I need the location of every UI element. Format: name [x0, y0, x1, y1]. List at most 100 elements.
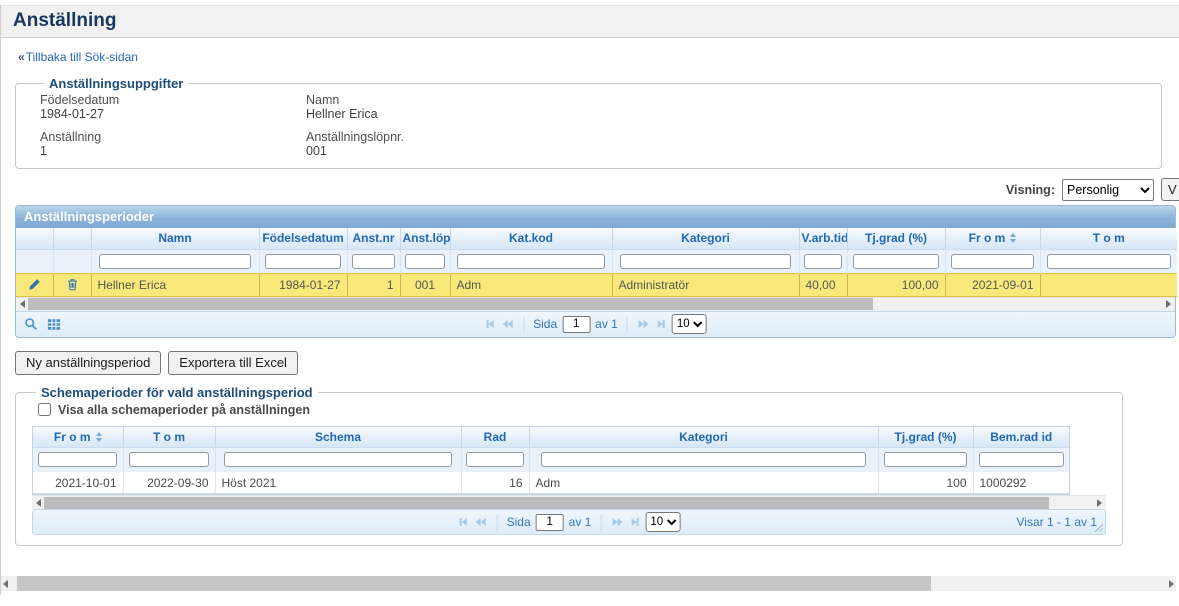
new-employment-period-button[interactable]: Ny anställningsperiod: [15, 351, 161, 375]
col-schema[interactable]: Schema: [215, 427, 461, 448]
edit-row-button[interactable]: [16, 273, 53, 296]
col-tj-grad[interactable]: Tj.grad (%): [847, 228, 945, 249]
page-size-select[interactable]: 10: [672, 314, 707, 334]
scroll-left-arrow-icon[interactable]: [36, 499, 41, 507]
view-apply-button[interactable]: V: [1161, 178, 1179, 201]
scroll-right-arrow-icon[interactable]: [1169, 580, 1174, 588]
export-excel-button[interactable]: Exportera till Excel: [168, 351, 298, 375]
prev-page-icon[interactable]: [500, 320, 514, 328]
pencil-icon: [22, 278, 47, 291]
scroll-left-arrow-icon[interactable]: [3, 580, 8, 588]
field-value: 1: [40, 144, 306, 158]
col-rad[interactable]: Rad: [461, 427, 529, 448]
col-v-arb-tid[interactable]: V.arb.tid: [799, 228, 847, 249]
delete-column-header: [53, 228, 91, 249]
view-selector-row: Visning: Personlig V: [1, 178, 1179, 201]
row-count-summary: Visar 1 - 1 av 1: [1017, 515, 1097, 529]
cell-kategori: Administratör: [612, 273, 799, 296]
prev-page-icon[interactable]: [474, 518, 488, 526]
cell-kategori: Adm: [529, 472, 878, 494]
grid-footer: Sida av 1 10 Visar 1 - 1 av 1: [32, 509, 1106, 535]
search-icon[interactable]: [24, 317, 38, 331]
cell-schema: Höst 2021: [215, 472, 461, 494]
schedule-periods-fieldset: Schemaperioder för vald anställningsperi…: [15, 385, 1123, 547]
first-page-icon[interactable]: [458, 518, 469, 526]
next-page-icon[interactable]: [637, 320, 651, 328]
filter-t-o-m-input[interactable]: [1047, 254, 1171, 269]
filter-rad-input[interactable]: [466, 452, 524, 467]
filter-fr-o-m-input[interactable]: [38, 452, 117, 467]
page-size-select[interactable]: 10: [645, 512, 680, 532]
back-to-search-link[interactable]: Tillbaka till Sök-sidan: [26, 50, 138, 64]
col-fodelsedatum[interactable]: Födelsedatum: [259, 228, 347, 249]
sort-icon[interactable]: [96, 432, 102, 442]
filter-t-o-m-input[interactable]: [129, 452, 210, 467]
filter-anst-lop-input[interactable]: [405, 254, 446, 269]
field-value: 001: [306, 144, 1151, 158]
table-row[interactable]: 2021-10-01 2022-09-30 Höst 2021 16 Adm 1…: [33, 472, 1069, 494]
filter-tj-grad-input[interactable]: [884, 452, 968, 467]
cell-namn: Hellner Erica: [91, 273, 259, 296]
col-t-o-m[interactable]: T o m: [1040, 228, 1177, 249]
cell-rad: 16: [461, 472, 529, 494]
field-label: Anställning: [40, 130, 306, 144]
cell-anst-lop: 001: [400, 273, 450, 296]
grid-horizontal-scrollbar[interactable]: [32, 495, 1106, 509]
pager: Sida av 1 10: [484, 314, 707, 334]
employee-details-fieldset: Anställningsuppgifter Födelsedatum 1984-…: [15, 76, 1162, 169]
first-page-icon[interactable]: [484, 320, 495, 328]
last-page-icon[interactable]: [629, 518, 640, 526]
scroll-right-arrow-icon[interactable]: [1166, 300, 1171, 308]
page-horizontal-scrollbar[interactable]: [1, 576, 1176, 591]
sort-icon[interactable]: [1010, 233, 1016, 243]
scrollbar-thumb[interactable]: [28, 298, 873, 310]
col-anst-lop[interactable]: Anst.löp: [400, 228, 450, 249]
col-kat-kod[interactable]: Kat.kod: [450, 228, 612, 249]
schedule-periods-legend: Schemaperioder för vald anställningsperi…: [36, 385, 318, 400]
filter-bem-rad-id-input[interactable]: [979, 452, 1064, 467]
scroll-left-arrow-icon[interactable]: [20, 300, 25, 308]
pager-separator: [627, 316, 628, 333]
table-row-selected[interactable]: Hellner Erica 1984-01-27 1 001 Adm Admin…: [16, 273, 1177, 296]
show-all-schedule-checkbox[interactable]: [38, 403, 51, 416]
trash-icon: [60, 278, 85, 291]
filter-kat-kod-input[interactable]: [457, 254, 604, 269]
cell-t-o-m: [1040, 273, 1177, 296]
table-header-row: Namn Födelsedatum Anst.nr Anst.löp Kat.k…: [16, 228, 1177, 249]
col-kategori[interactable]: Kategori: [612, 228, 799, 249]
cell-fodelsedatum: 1984-01-27: [259, 273, 347, 296]
filter-tj-grad-input[interactable]: [853, 254, 939, 269]
grid-horizontal-scrollbar[interactable]: [16, 297, 1175, 311]
col-bem-rad-id[interactable]: Bem.rad id: [973, 427, 1069, 448]
pager-page-input[interactable]: [562, 316, 590, 333]
col-tj-grad[interactable]: Tj.grad (%): [878, 427, 973, 448]
filter-fodelsedatum-input[interactable]: [265, 254, 342, 269]
filter-schema-input[interactable]: [224, 452, 451, 467]
next-page-icon[interactable]: [610, 518, 624, 526]
delete-row-button[interactable]: [53, 273, 91, 296]
pager-page-label: Sida: [507, 515, 531, 529]
scroll-right-arrow-icon[interactable]: [1097, 499, 1102, 507]
cell-t-o-m: 2022-09-30: [123, 472, 215, 494]
columns-grid-icon[interactable]: [47, 318, 61, 331]
filter-kategori-input[interactable]: [620, 254, 791, 269]
col-kategori[interactable]: Kategori: [529, 427, 878, 448]
filter-namn-input[interactable]: [99, 254, 252, 269]
col-anst-nr[interactable]: Anst.nr: [347, 228, 400, 249]
last-page-icon[interactable]: [656, 320, 667, 328]
scrollbar-thumb[interactable]: [17, 576, 931, 591]
schedule-table: Fr o m T o m Schema Rad Kategori Tj.grad…: [33, 427, 1069, 495]
field-value: 1984-01-27: [40, 107, 306, 121]
col-fr-o-m[interactable]: Fr o m: [33, 427, 123, 448]
filter-kategori-input[interactable]: [541, 452, 866, 467]
col-t-o-m[interactable]: T o m: [123, 427, 215, 448]
view-select[interactable]: Personlig: [1062, 179, 1154, 201]
pager-page-input[interactable]: [536, 514, 564, 531]
filter-v-arb-tid-input[interactable]: [804, 254, 843, 269]
scrollbar-thumb[interactable]: [44, 497, 1049, 509]
filter-anst-nr-input[interactable]: [352, 254, 396, 269]
col-namn[interactable]: Namn: [91, 228, 259, 249]
col-fr-o-m[interactable]: Fr o m: [945, 228, 1040, 249]
field-employment: Anställning 1: [40, 130, 306, 158]
filter-fr-o-m-input[interactable]: [951, 254, 1035, 269]
